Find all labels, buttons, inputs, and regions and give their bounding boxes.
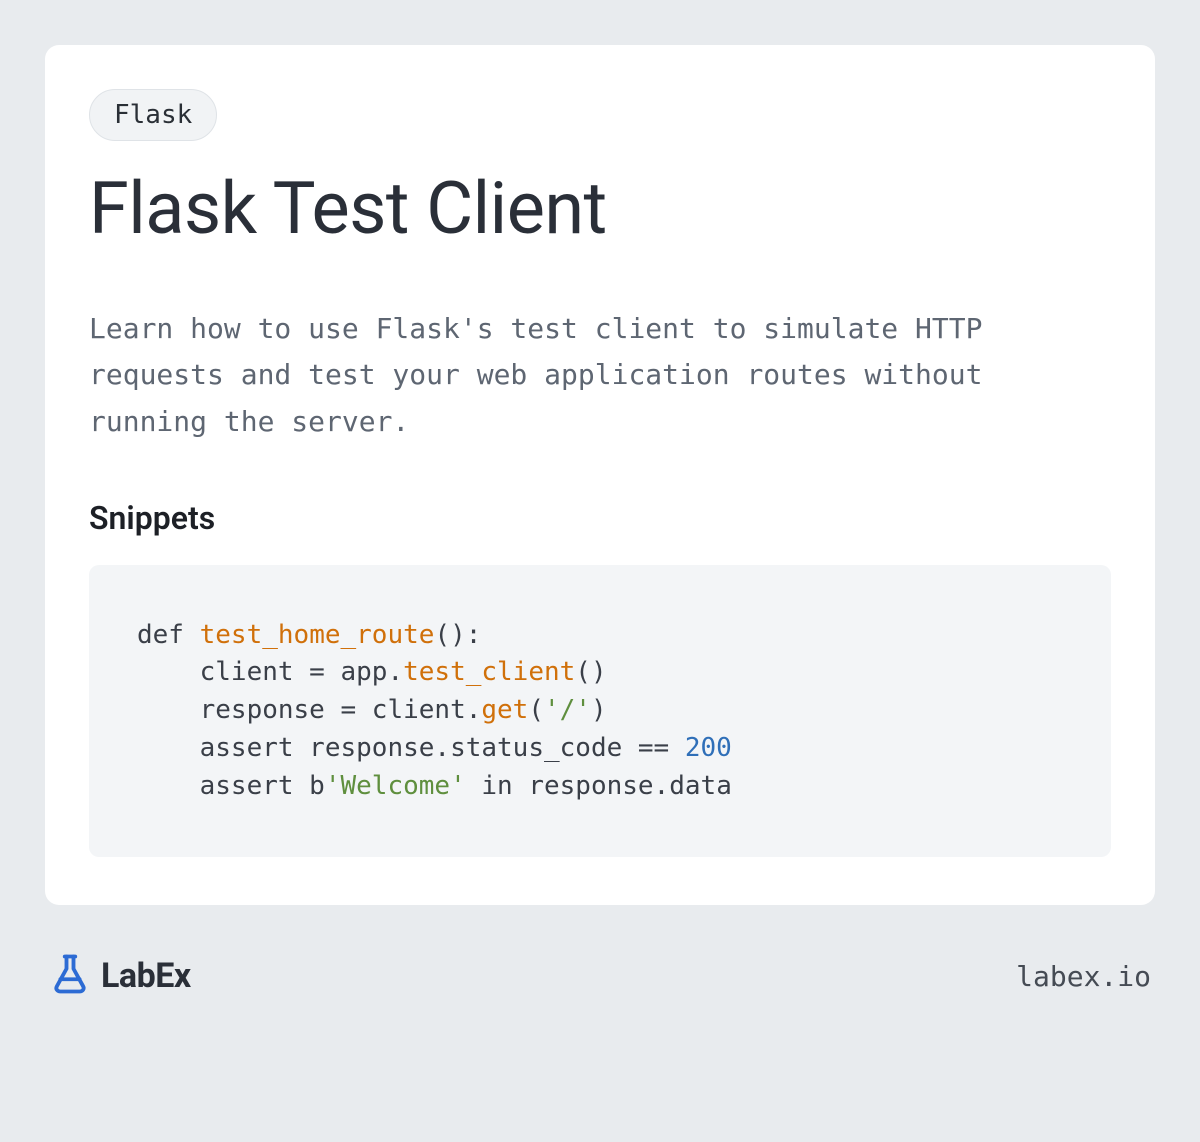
code-text: ( bbox=[528, 695, 544, 725]
footer: LabEx labex.io bbox=[45, 953, 1155, 999]
footer-url: labex.io bbox=[1016, 960, 1151, 993]
code-text: assert response.status_code == bbox=[137, 733, 685, 763]
brand-logo: LabEx bbox=[49, 953, 191, 999]
code-function: get bbox=[481, 695, 528, 725]
code-text: in response.data bbox=[466, 771, 732, 801]
code-function: test_home_route bbox=[200, 620, 435, 650]
code-number: 200 bbox=[685, 733, 732, 763]
category-tag: Flask bbox=[89, 89, 217, 141]
code-text: (): bbox=[434, 620, 481, 650]
description-text: Learn how to use Flask's test client to … bbox=[89, 306, 1111, 445]
code-text: assert b bbox=[137, 771, 325, 801]
code-text: client = app. bbox=[137, 657, 403, 687]
code-string: 'Welcome' bbox=[325, 771, 466, 801]
code-text: def bbox=[137, 620, 200, 650]
page-title: Flask Test Client bbox=[89, 169, 1111, 248]
code-text: () bbox=[575, 657, 606, 687]
code-string: '/' bbox=[544, 695, 591, 725]
brand-name: LabEx bbox=[101, 956, 191, 996]
content-card: Flask Flask Test Client Learn how to use… bbox=[45, 45, 1155, 905]
code-text: response = client. bbox=[137, 695, 481, 725]
flask-icon bbox=[49, 953, 91, 999]
snippets-heading: Snippets bbox=[89, 499, 1111, 537]
code-function: test_client bbox=[403, 657, 575, 687]
code-snippet: def test_home_route(): client = app.test… bbox=[89, 565, 1111, 857]
code-text: ) bbox=[591, 695, 607, 725]
